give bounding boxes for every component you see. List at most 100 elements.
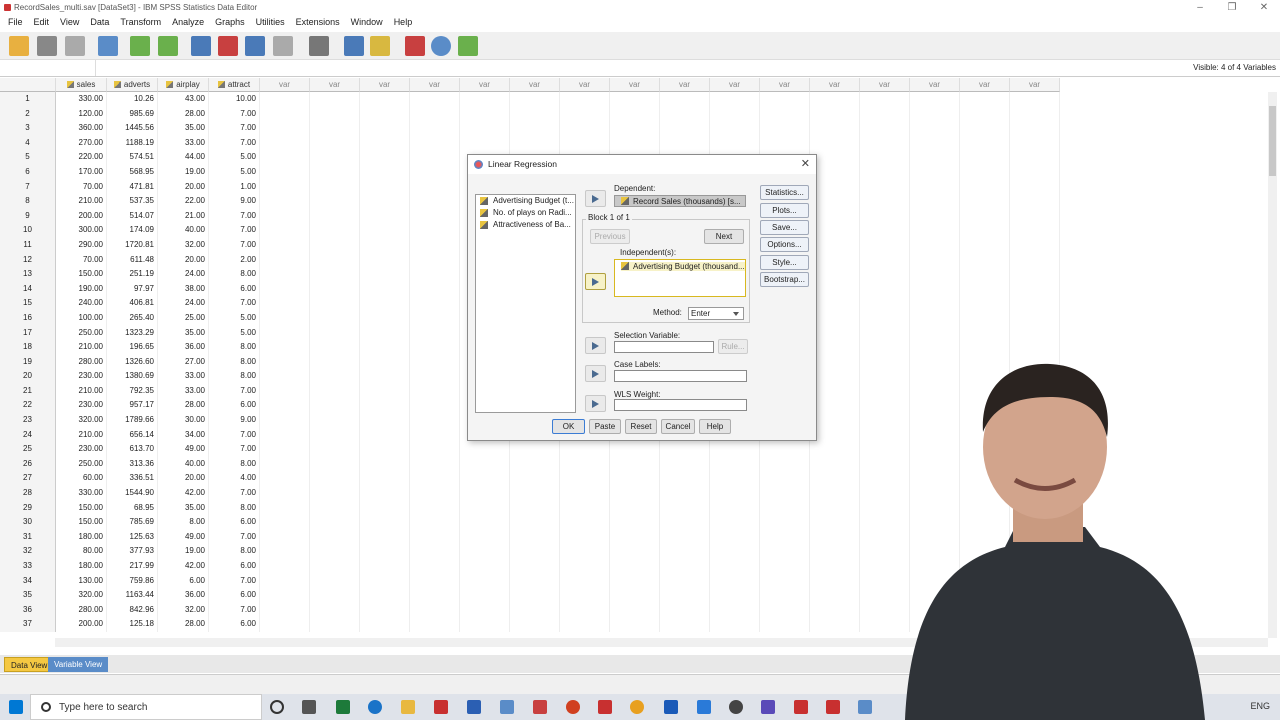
empty-cell[interactable] [260,310,310,326]
data-cell[interactable]: 42.00 [158,486,209,501]
row-number[interactable]: 17 [0,325,56,341]
wls-weight-field[interactable] [614,399,747,411]
empty-cell[interactable] [760,573,810,589]
undo-icon[interactable] [130,36,150,56]
data-cell[interactable]: 4.00 [209,471,260,487]
empty-cell[interactable] [310,135,360,151]
empty-cell[interactable] [1010,164,1060,180]
empty-cell[interactable] [360,179,410,195]
independent-list[interactable]: Advertising Budget (thousand... [614,259,746,297]
empty-cell[interactable] [410,427,460,443]
empty-cell[interactable] [910,252,960,268]
data-cell[interactable]: 33.00 [158,369,209,384]
empty-cell[interactable] [960,135,1010,151]
outlook-icon[interactable] [664,700,678,714]
empty-cell[interactable] [410,602,460,618]
empty-cell[interactable] [260,267,310,282]
empty-cell[interactable] [310,296,360,311]
empty-cell[interactable] [460,529,510,545]
row-number[interactable]: 2 [0,106,56,122]
column-header[interactable]: sales [56,78,107,92]
empty-cell[interactable] [610,471,660,487]
column-header[interactable]: airplay [158,78,209,92]
empty-cell[interactable] [1010,340,1060,355]
empty-cell[interactable] [560,456,610,472]
tab-variable-view[interactable]: Variable View [48,657,109,672]
move-to-dependent-button[interactable] [585,190,606,207]
empty-cell[interactable] [360,559,410,574]
data-cell[interactable]: 7.00 [209,573,260,589]
data-cell[interactable]: 330.00 [56,92,107,107]
empty-cell[interactable] [810,150,860,165]
row-number[interactable]: 18 [0,340,56,355]
data-cell[interactable]: 68.95 [107,500,158,516]
empty-cell[interactable] [960,121,1010,136]
empty-cell[interactable] [410,573,460,589]
vertical-scrollbar[interactable] [1268,92,1277,638]
data-cell[interactable]: 210.00 [56,383,107,399]
empty-cell[interactable] [410,267,460,282]
data-cell[interactable]: 2.00 [209,252,260,268]
empty-cell[interactable] [810,237,860,253]
empty-column-header[interactable]: var [610,78,660,92]
data-cell[interactable]: 568.95 [107,164,158,180]
data-cell[interactable]: 125.18 [107,617,158,632]
empty-cell[interactable] [260,223,310,238]
empty-cell[interactable] [1010,310,1060,326]
empty-cell[interactable] [810,223,860,238]
empty-cell[interactable] [610,500,660,516]
menu-utilities[interactable]: Utilities [252,15,292,31]
empty-cell[interactable] [560,573,610,589]
empty-cell[interactable] [910,179,960,195]
data-cell[interactable]: 200.00 [56,617,107,632]
empty-cell[interactable] [860,267,910,282]
empty-cell[interactable] [860,237,910,253]
data-cell[interactable]: 471.81 [107,179,158,195]
empty-cell[interactable] [1010,325,1060,341]
data-cell[interactable]: 8.00 [209,500,260,516]
data-cell[interactable]: 985.69 [107,106,158,122]
empty-cell[interactable] [310,252,360,268]
data-cell[interactable]: 7.00 [209,223,260,238]
empty-cell[interactable] [310,106,360,122]
empty-cell[interactable] [810,559,860,574]
data-cell[interactable]: 842.96 [107,602,158,618]
empty-cell[interactable] [810,500,860,516]
data-cell[interactable]: 217.99 [107,559,158,574]
empty-cell[interactable] [560,588,610,603]
data-cell[interactable]: 1445.56 [107,121,158,136]
data-cell[interactable]: 230.00 [56,442,107,457]
empty-cell[interactable] [860,340,910,355]
empty-cell[interactable] [310,325,360,341]
empty-cell[interactable] [460,588,510,603]
empty-cell[interactable] [760,529,810,545]
empty-cell[interactable] [310,413,360,428]
row-number[interactable]: 11 [0,237,56,253]
empty-cell[interactable] [910,208,960,224]
data-cell[interactable]: 22.00 [158,194,209,209]
data-cell[interactable]: 574.51 [107,150,158,165]
empty-cell[interactable] [860,310,910,326]
row-number[interactable]: 20 [0,369,56,384]
empty-cell[interactable] [660,121,710,136]
empty-cell[interactable] [760,617,810,632]
data-cell[interactable]: 5.00 [209,150,260,165]
data-cell[interactable]: 7.00 [209,135,260,151]
data-cell[interactable]: 7.00 [209,529,260,545]
data-cell[interactable]: 28.00 [158,617,209,632]
empty-cell[interactable] [460,515,510,530]
data-cell[interactable]: 6.00 [209,588,260,603]
data-cell[interactable]: 270.00 [56,135,107,151]
empty-cell[interactable] [710,106,760,122]
empty-cell[interactable] [860,135,910,151]
word-icon[interactable] [467,700,481,714]
empty-cell[interactable] [360,310,410,326]
empty-cell[interactable] [810,617,860,632]
empty-cell[interactable] [410,164,460,180]
data-cell[interactable]: 1163.44 [107,588,158,603]
empty-cell[interactable] [860,296,910,311]
empty-cell[interactable] [560,544,610,559]
row-number[interactable]: 28 [0,486,56,501]
empty-cell[interactable] [310,237,360,253]
empty-cell[interactable] [660,573,710,589]
